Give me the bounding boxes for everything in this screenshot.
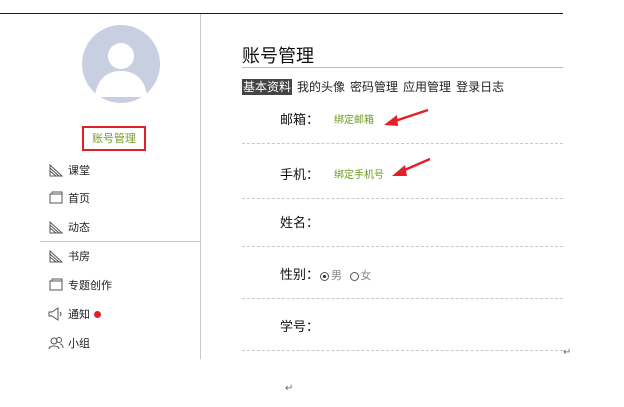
row-divider xyxy=(242,198,563,199)
avatar[interactable] xyxy=(82,25,160,103)
gender-row: 性别： 男 女 xyxy=(242,253,563,299)
notification-icon xyxy=(48,306,64,322)
annotation-arrow-icon xyxy=(384,108,429,126)
student-id-row: 学号： xyxy=(242,305,563,351)
notification-badge xyxy=(94,310,101,318)
phone-label: 手机： xyxy=(280,168,320,183)
home-icon xyxy=(48,190,64,206)
account-management-button[interactable]: 账号管理 xyxy=(82,126,146,151)
row-divider xyxy=(242,298,563,299)
bind-phone-link[interactable]: 绑定手机号 xyxy=(334,153,384,199)
gender-male-label: 男 xyxy=(331,269,342,282)
classroom-icon xyxy=(48,162,64,178)
sidebar: 账号管理 课堂 首页 动态 书房 专题创作 通知 小组 xyxy=(40,14,201,359)
tab-basic-info[interactable]: 基本资料 xyxy=(242,79,293,95)
sidebar-item-activity[interactable]: 动态 xyxy=(48,216,90,238)
sidebar-divider xyxy=(40,241,200,242)
phone-row: 手机： 绑定手机号 xyxy=(242,153,563,199)
sidebar-item-label: 动态 xyxy=(68,221,90,234)
row-divider xyxy=(242,143,563,144)
name-row: 姓名： xyxy=(242,201,563,247)
name-label: 姓名： xyxy=(280,216,320,231)
email-row: 邮箱： 绑定邮箱 xyxy=(242,98,563,144)
bind-email-link[interactable]: 绑定邮箱 xyxy=(334,98,374,144)
activity-icon xyxy=(48,219,64,235)
tab-bar: 基本资料 我的头像 密码管理 应用管理 登录日志 xyxy=(242,79,509,95)
paragraph-mark: ↵ xyxy=(285,383,294,394)
sidebar-item-label: 首页 xyxy=(68,192,90,205)
sidebar-item-label: 专题创作 xyxy=(68,279,112,292)
gender-label: 性别： xyxy=(280,268,320,283)
tab-password[interactable]: 密码管理 xyxy=(350,79,398,95)
sidebar-item-notification[interactable]: 通知 xyxy=(48,303,101,325)
radio-unchecked-icon[interactable] xyxy=(349,271,359,281)
annotation-arrow-icon xyxy=(392,157,431,176)
gender-female-label: 女 xyxy=(360,269,372,282)
sidebar-item-study[interactable]: 书房 xyxy=(48,245,90,267)
sidebar-item-home[interactable]: 首页 xyxy=(48,187,90,209)
sidebar-item-topic[interactable]: 专题创作 xyxy=(48,274,112,296)
sidebar-item-label: 书房 xyxy=(68,250,90,263)
tab-login-log[interactable]: 登录日志 xyxy=(456,79,504,95)
title-divider xyxy=(242,67,563,68)
sidebar-item-label: 通知 xyxy=(68,308,90,321)
user-silhouette-icon xyxy=(95,43,147,97)
page-title: 账号管理 xyxy=(242,46,314,67)
sidebar-item-classroom[interactable]: 课堂 xyxy=(48,159,90,181)
tab-my-avatar[interactable]: 我的头像 xyxy=(297,79,345,95)
radio-checked-icon[interactable] xyxy=(320,271,329,281)
sidebar-item-label: 课堂 xyxy=(68,164,90,177)
sidebar-item-label: 小组 xyxy=(68,337,90,350)
paragraph-mark: ↵ xyxy=(563,347,572,358)
gender-male-option[interactable]: 男 xyxy=(320,269,342,282)
group-icon xyxy=(48,335,64,351)
student-id-label: 学号： xyxy=(280,320,320,335)
row-divider xyxy=(242,350,563,351)
topic-icon xyxy=(48,277,64,293)
tab-apps[interactable]: 应用管理 xyxy=(403,79,451,95)
email-label: 邮箱： xyxy=(280,113,320,128)
gender-options: 男 女 xyxy=(320,253,376,299)
study-icon xyxy=(48,248,64,264)
sidebar-item-group[interactable]: 小组 xyxy=(48,332,90,354)
row-divider xyxy=(242,246,563,247)
gender-female-option[interactable]: 女 xyxy=(349,269,372,282)
